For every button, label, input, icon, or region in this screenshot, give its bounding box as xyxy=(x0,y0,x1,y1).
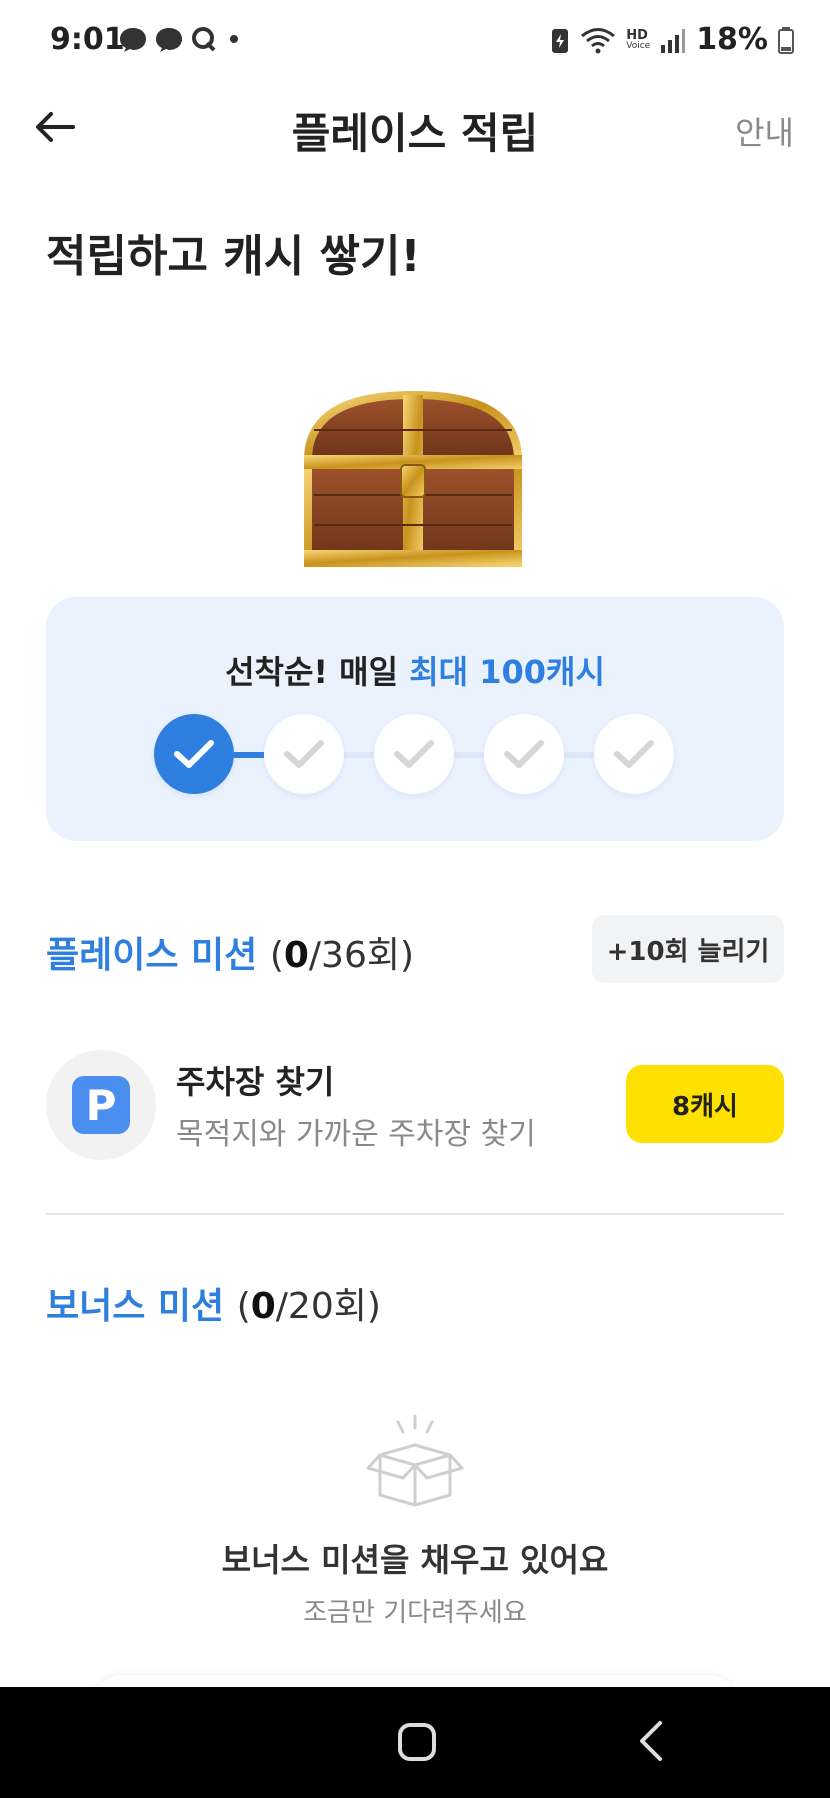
hero-title: 적립하고 캐시 쌓기! xyxy=(46,231,421,282)
progress-step-4 xyxy=(484,714,564,794)
daily-progress-card: 선착순! 매일 최대 100캐시 xyxy=(46,597,784,841)
status-bar: 9:01 HD Voice 18% xyxy=(0,0,830,80)
battery-percent: 18% xyxy=(696,22,768,57)
empty-state-title: 보너스 미션을 채우고 있어요 xyxy=(221,1541,609,1579)
hd-voice-icon: HD Voice xyxy=(626,29,650,51)
progress-step-1 xyxy=(154,714,234,794)
parking-icon: P xyxy=(72,1076,130,1134)
mission-icon-wrap: P xyxy=(46,1050,156,1160)
check-icon xyxy=(614,740,654,768)
check-icon xyxy=(284,740,324,768)
battery-saver-icon xyxy=(552,28,569,53)
dot-icon xyxy=(230,35,238,43)
bonus-mission-count: (0/20회) xyxy=(236,1286,381,1327)
place-mission-count: (0/36회) xyxy=(269,935,415,976)
notification-icons xyxy=(118,24,244,54)
mission-name: 주차장 찾기 xyxy=(176,1063,335,1101)
empty-state-subtitle: 조금만 기다려주세요 xyxy=(303,1598,527,1628)
bonus-mission-total: /20회 xyxy=(275,1286,367,1327)
progress-step-3 xyxy=(374,714,454,794)
place-mission-heading: 플레이스 미션 (0/36회) xyxy=(46,926,414,978)
progress-steps xyxy=(154,714,684,794)
signal-icon xyxy=(661,28,686,53)
page-title: 플레이스 적립 xyxy=(291,109,539,158)
home-button[interactable] xyxy=(398,1723,436,1761)
nav-back-button[interactable] xyxy=(636,1719,666,1763)
check-icon xyxy=(174,740,214,768)
status-right: HD Voice 18% xyxy=(550,22,794,57)
progress-text-accent: 최대 100캐시 xyxy=(409,653,605,691)
treasure-chest-image xyxy=(303,390,523,567)
progress-step-5 xyxy=(594,714,674,794)
mission-description: 목적지와 가까운 주차장 찾기 xyxy=(176,1117,536,1152)
bonus-mission-title: 보너스 미션 xyxy=(46,1286,225,1327)
mission-item-parking[interactable]: P 주차장 찾기 목적지와 가까운 주차장 찾기 8캐시 xyxy=(46,1045,784,1165)
progress-headline: 선착순! 매일 최대 100캐시 xyxy=(46,647,784,693)
battery-icon xyxy=(778,26,794,54)
check-icon xyxy=(394,740,434,768)
chat-bubble-icon xyxy=(156,28,182,52)
check-icon xyxy=(504,740,544,768)
voice-label: Voice xyxy=(626,40,651,51)
progress-step-2 xyxy=(264,714,344,794)
place-mission-done: 0 xyxy=(283,935,309,976)
section-divider xyxy=(46,1213,784,1215)
wifi-icon xyxy=(581,27,616,53)
place-mission-title: 플레이스 미션 xyxy=(46,935,258,976)
bonus-mission-done: 0 xyxy=(250,1286,276,1327)
extend-missions-button[interactable]: +10회 늘리기 xyxy=(592,915,784,983)
guide-link[interactable]: 안내 xyxy=(735,108,794,154)
status-time: 9:01 xyxy=(50,22,125,57)
system-nav-bar xyxy=(0,1687,830,1798)
bonus-mission-heading: 보너스 미션 (0/20회) xyxy=(46,1277,381,1329)
reward-button[interactable]: 8캐시 xyxy=(626,1065,784,1143)
hd-label: HD xyxy=(626,27,648,43)
chat-bubble-icon xyxy=(120,28,146,52)
app-header: 플레이스 적립 안내 xyxy=(0,80,830,170)
progress-text-prefix: 선착순! 매일 xyxy=(225,653,410,691)
place-mission-total: /36회 xyxy=(308,935,400,976)
q-icon xyxy=(192,27,216,52)
empty-box-icon xyxy=(366,1414,464,1507)
